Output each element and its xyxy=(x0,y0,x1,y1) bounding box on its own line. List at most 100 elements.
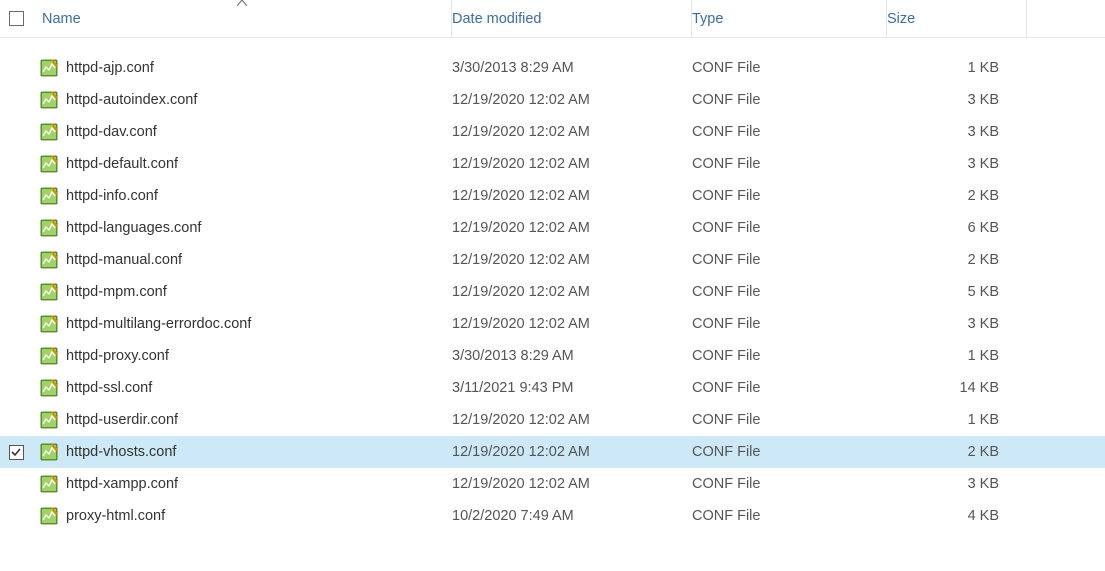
file-date-label: 12/19/2020 12:02 AM xyxy=(452,156,590,172)
file-type-label: CONF File xyxy=(692,316,760,332)
select-all-checkbox[interactable] xyxy=(9,11,24,26)
conf-file-icon xyxy=(40,507,58,525)
file-name-cell[interactable]: httpd-xampp.conf xyxy=(32,475,452,493)
file-type-cell: CONF File xyxy=(692,220,887,236)
file-row[interactable]: httpd-proxy.conf3/30/2013 8:29 AMCONF Fi… xyxy=(0,340,1105,372)
file-row[interactable]: httpd-autoindex.conf12/19/2020 12:02 AM C… xyxy=(0,84,1105,116)
file-date-cell: 12/19/2020 12:02 AM xyxy=(452,316,692,332)
select-all-cell[interactable] xyxy=(0,0,32,37)
file-row[interactable]: httpd-vhosts.conf12/19/2020 12:02 AM CONF… xyxy=(0,436,1105,468)
file-row[interactable]: httpd-manual.conf12/19/2020 12:02 AMCONF… xyxy=(0,244,1105,276)
conf-file-icon xyxy=(40,123,58,141)
column-header-date[interactable]: Date modified xyxy=(452,0,692,37)
file-row[interactable]: httpd-info.conf12/19/2020 12:02 AMCONF F… xyxy=(0,180,1105,212)
column-header-type[interactable]: Type xyxy=(692,0,887,37)
row-checkbox-slot[interactable] xyxy=(0,253,32,268)
file-name-label: httpd-default.conf xyxy=(66,156,178,172)
sort-ascending-icon xyxy=(237,0,247,9)
file-name-cell[interactable]: httpd-proxy.conf xyxy=(32,347,452,365)
file-size-label: 4 KB xyxy=(968,508,999,524)
file-name-cell[interactable]: httpd-dav.conf xyxy=(32,123,452,141)
file-name-label: httpd-xampp.conf xyxy=(66,476,178,492)
file-size-cell: 2 KB xyxy=(887,444,1027,460)
file-name-cell[interactable]: httpd-manual.conf xyxy=(32,251,452,269)
file-row[interactable]: httpd-xampp.conf12/19/2020 12:02 AMCONF … xyxy=(0,468,1105,500)
file-type-cell: CONF File xyxy=(692,92,887,108)
file-type-cell: CONF File xyxy=(692,412,887,428)
file-type-cell: CONF File xyxy=(692,124,887,140)
file-date-label: 3/30/2013 8:29 AM xyxy=(452,348,574,364)
file-name-cell[interactable]: httpd-userdir.conf xyxy=(32,411,452,429)
column-header-size[interactable]: Size xyxy=(887,0,1027,37)
file-row[interactable]: httpd-multilang-errordoc.conf12/19/2020 … xyxy=(0,308,1105,340)
row-checkbox-slot[interactable] xyxy=(0,93,32,108)
file-size-cell: 2 KB xyxy=(887,252,1027,268)
file-row[interactable]: httpd-languages.conf12/19/2020 12:02 AMC… xyxy=(0,212,1105,244)
conf-file-icon xyxy=(40,443,58,461)
file-size-label: 1 KB xyxy=(968,348,999,364)
file-date-label: 12/19/2020 12:02 AM xyxy=(452,92,590,108)
file-name-cell[interactable]: proxy-html.conf xyxy=(32,507,452,525)
file-name-cell[interactable]: httpd-multilang-errordoc.conf xyxy=(32,315,452,333)
row-checkbox-slot[interactable] xyxy=(0,317,32,332)
file-size-cell: 6 KB xyxy=(887,220,1027,236)
row-checkbox-slot[interactable] xyxy=(0,221,32,236)
column-header-name[interactable]: Name xyxy=(32,0,452,37)
row-checkbox[interactable] xyxy=(9,445,24,460)
file-date-label: 12/19/2020 12:02 AM xyxy=(452,444,590,460)
file-name-cell[interactable]: httpd-mpm.conf xyxy=(32,283,452,301)
file-date-cell: 12/19/2020 12:02 AM xyxy=(452,412,692,428)
file-name-cell[interactable]: httpd-ssl.conf xyxy=(32,379,452,397)
file-name-cell[interactable]: httpd-autoindex.conf xyxy=(32,91,452,109)
file-type-label: CONF File xyxy=(692,124,760,140)
row-checkbox-slot[interactable] xyxy=(0,413,32,428)
file-row[interactable]: httpd-ajp.conf3/30/2013 8:29 AMCONF File… xyxy=(0,52,1105,84)
row-checkbox-slot[interactable] xyxy=(0,381,32,396)
file-type-label: CONF File xyxy=(692,188,760,204)
conf-file-icon xyxy=(40,251,58,269)
file-size-label: 3 KB xyxy=(968,124,999,140)
file-name-cell[interactable]: httpd-vhosts.conf xyxy=(32,443,452,461)
file-name-cell[interactable]: httpd-ajp.conf xyxy=(32,59,452,77)
file-type-label: CONF File xyxy=(692,252,760,268)
file-type-label: CONF File xyxy=(692,412,760,428)
file-size-label: 3 KB xyxy=(968,156,999,172)
column-header-name-label: Name xyxy=(42,11,81,27)
file-date-cell: 12/19/2020 12:02 AM xyxy=(452,220,692,236)
file-type-cell: CONF File xyxy=(692,252,887,268)
file-name-cell[interactable]: httpd-languages.conf xyxy=(32,219,452,237)
file-row[interactable]: proxy-html.conf10/2/2020 7:49 AMCONF Fil… xyxy=(0,500,1105,532)
file-type-cell: CONF File xyxy=(692,156,887,172)
conf-file-icon xyxy=(40,315,58,333)
conf-file-icon xyxy=(40,283,58,301)
file-date-label: 3/11/2021 9:43 PM xyxy=(452,380,573,396)
file-row[interactable]: httpd-ssl.conf3/11/2021 9:43 PMCONF File… xyxy=(0,372,1105,404)
file-type-cell: CONF File xyxy=(692,508,887,524)
row-checkbox-slot[interactable] xyxy=(0,509,32,524)
file-name-cell[interactable]: httpd-info.conf xyxy=(32,187,452,205)
conf-file-icon xyxy=(40,219,58,237)
file-row[interactable]: httpd-userdir.conf12/19/2020 12:02 AMCON… xyxy=(0,404,1105,436)
file-type-label: CONF File xyxy=(692,156,760,172)
conf-file-icon xyxy=(40,187,58,205)
file-date-cell: 3/30/2013 8:29 AM xyxy=(452,348,692,364)
file-row[interactable]: httpd-default.conf 12/19/2020 12:02 AM CON… xyxy=(0,148,1105,180)
file-date-label: 3/30/2013 8:29 AM xyxy=(452,60,574,76)
row-checkbox-slot[interactable] xyxy=(0,477,32,492)
file-type-cell: CONF File xyxy=(692,444,887,460)
row-checkbox-slot[interactable] xyxy=(0,445,32,460)
row-checkbox-slot[interactable] xyxy=(0,285,32,300)
file-size-label: 5 KB xyxy=(968,284,999,300)
row-checkbox-slot[interactable] xyxy=(0,157,32,172)
row-checkbox-slot[interactable] xyxy=(0,61,32,76)
file-size-label: 3 KB xyxy=(968,476,999,492)
file-row[interactable]: httpd-dav.conf12/19/2020 12:02 AMCONF Fi… xyxy=(0,116,1105,148)
file-type-cell: CONF File xyxy=(692,316,887,332)
file-row[interactable]: httpd-mpm.conf12/19/2020 12:02 AMCONF Fi… xyxy=(0,276,1105,308)
conf-file-icon xyxy=(40,91,58,109)
row-checkbox-slot[interactable] xyxy=(0,349,32,364)
row-checkbox-slot[interactable] xyxy=(0,125,32,140)
file-type-cell: CONF File xyxy=(692,188,887,204)
file-name-cell[interactable]: httpd-default.conf xyxy=(32,155,452,173)
row-checkbox-slot[interactable] xyxy=(0,189,32,204)
